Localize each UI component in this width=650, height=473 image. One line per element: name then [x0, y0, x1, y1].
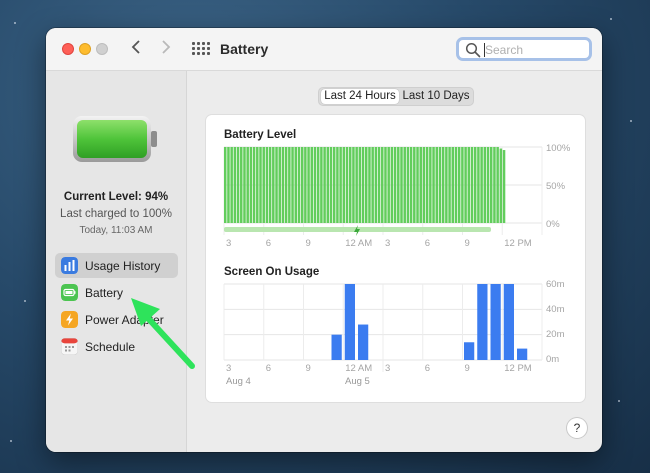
zoom-button[interactable]: [96, 43, 108, 55]
bar-chart-icon: [61, 257, 78, 274]
title-bar: Battery Search: [46, 28, 602, 71]
usage-charts-card: Battery Level 100% 50% 0% 3 6 9 12 AM 3 6 9 12 …: [206, 115, 585, 402]
battery-icon: [61, 284, 78, 301]
screen-usage-bar: [477, 284, 488, 360]
x-tick-label: 9: [305, 363, 311, 374]
lightning-icon: [61, 311, 78, 328]
y-tick-label: 60m: [546, 279, 565, 290]
chevron-left-icon: [131, 40, 140, 54]
x-tick-label: 12 AM: [345, 363, 373, 374]
time-range-segmented-control: Last 24 Hours Last 10 Days: [318, 87, 474, 106]
search-icon: [465, 42, 481, 58]
screen-usage-bar: [331, 334, 342, 360]
back-button[interactable]: [130, 38, 142, 61]
settings-window: Battery Search Current Level: 94% Last c…: [46, 28, 602, 452]
sidebar-item-label: Power Adapter: [85, 313, 164, 327]
search-field[interactable]: Search: [456, 37, 592, 61]
sidebar-item-usage-history[interactable]: Usage History: [55, 253, 178, 278]
day-label: Aug 5: [345, 376, 370, 387]
sidebar: Current Level: 94% Last charged to 100% …: [46, 71, 187, 452]
x-tick-label: 3: [226, 363, 232, 374]
x-tick-label: 6: [265, 363, 272, 374]
x-tick-label: 6: [424, 363, 431, 374]
sidebar-item-label: Schedule: [85, 340, 136, 354]
sidebar-item-schedule[interactable]: Schedule: [55, 334, 178, 359]
y-tick-label: 40m: [546, 304, 565, 315]
battery-level-icon: [73, 116, 157, 162]
chevron-right-icon: [162, 40, 171, 54]
current-level: Current Level: 94%: [63, 191, 169, 203]
screen-usage-bar: [503, 284, 514, 360]
x-tick-label: 3: [385, 363, 391, 374]
sidebar-item-battery[interactable]: Battery: [55, 280, 178, 305]
x-tick-label: 9: [464, 363, 470, 374]
show-all-grid-icon[interactable]: [192, 42, 210, 56]
screen-usage-bar: [344, 284, 355, 360]
sidebar-item-label: Usage History: [85, 259, 161, 273]
calendar-icon: [61, 338, 78, 355]
x-tick-label: 12 PM: [504, 363, 532, 374]
screen-usage-bar: [490, 284, 501, 360]
minimize-button[interactable]: [79, 43, 91, 55]
main-pane: Last 24 Hours Last 10 Days Battery Level…: [187, 71, 602, 452]
help-button[interactable]: ?: [567, 418, 587, 438]
screen-on-usage-chart: [223, 283, 543, 372]
y-tick-label: 0m: [546, 354, 560, 365]
screen-usage-bar: [517, 348, 528, 360]
y-tick-label: 20m: [546, 329, 565, 340]
screen-usage-bar: [358, 324, 369, 360]
day-label: Aug 4: [226, 376, 251, 387]
search-placeholder: Search: [485, 43, 524, 57]
close-button[interactable]: [62, 43, 74, 55]
window-title: Battery: [220, 41, 269, 57]
sidebar-item-label: Battery: [85, 286, 124, 300]
charged-time: Today, 11:03 AM: [79, 225, 153, 236]
sidebar-item-power-adapter[interactable]: Power Adapter: [55, 307, 178, 332]
last-charged: Last charged to 100%: [60, 208, 172, 220]
segment-last-24-hours[interactable]: Last 24 Hours: [321, 89, 399, 104]
screen-usage-bar: [464, 342, 475, 360]
forward-button[interactable]: [160, 38, 172, 61]
segment-last-10-days[interactable]: Last 10 Days: [401, 89, 471, 104]
